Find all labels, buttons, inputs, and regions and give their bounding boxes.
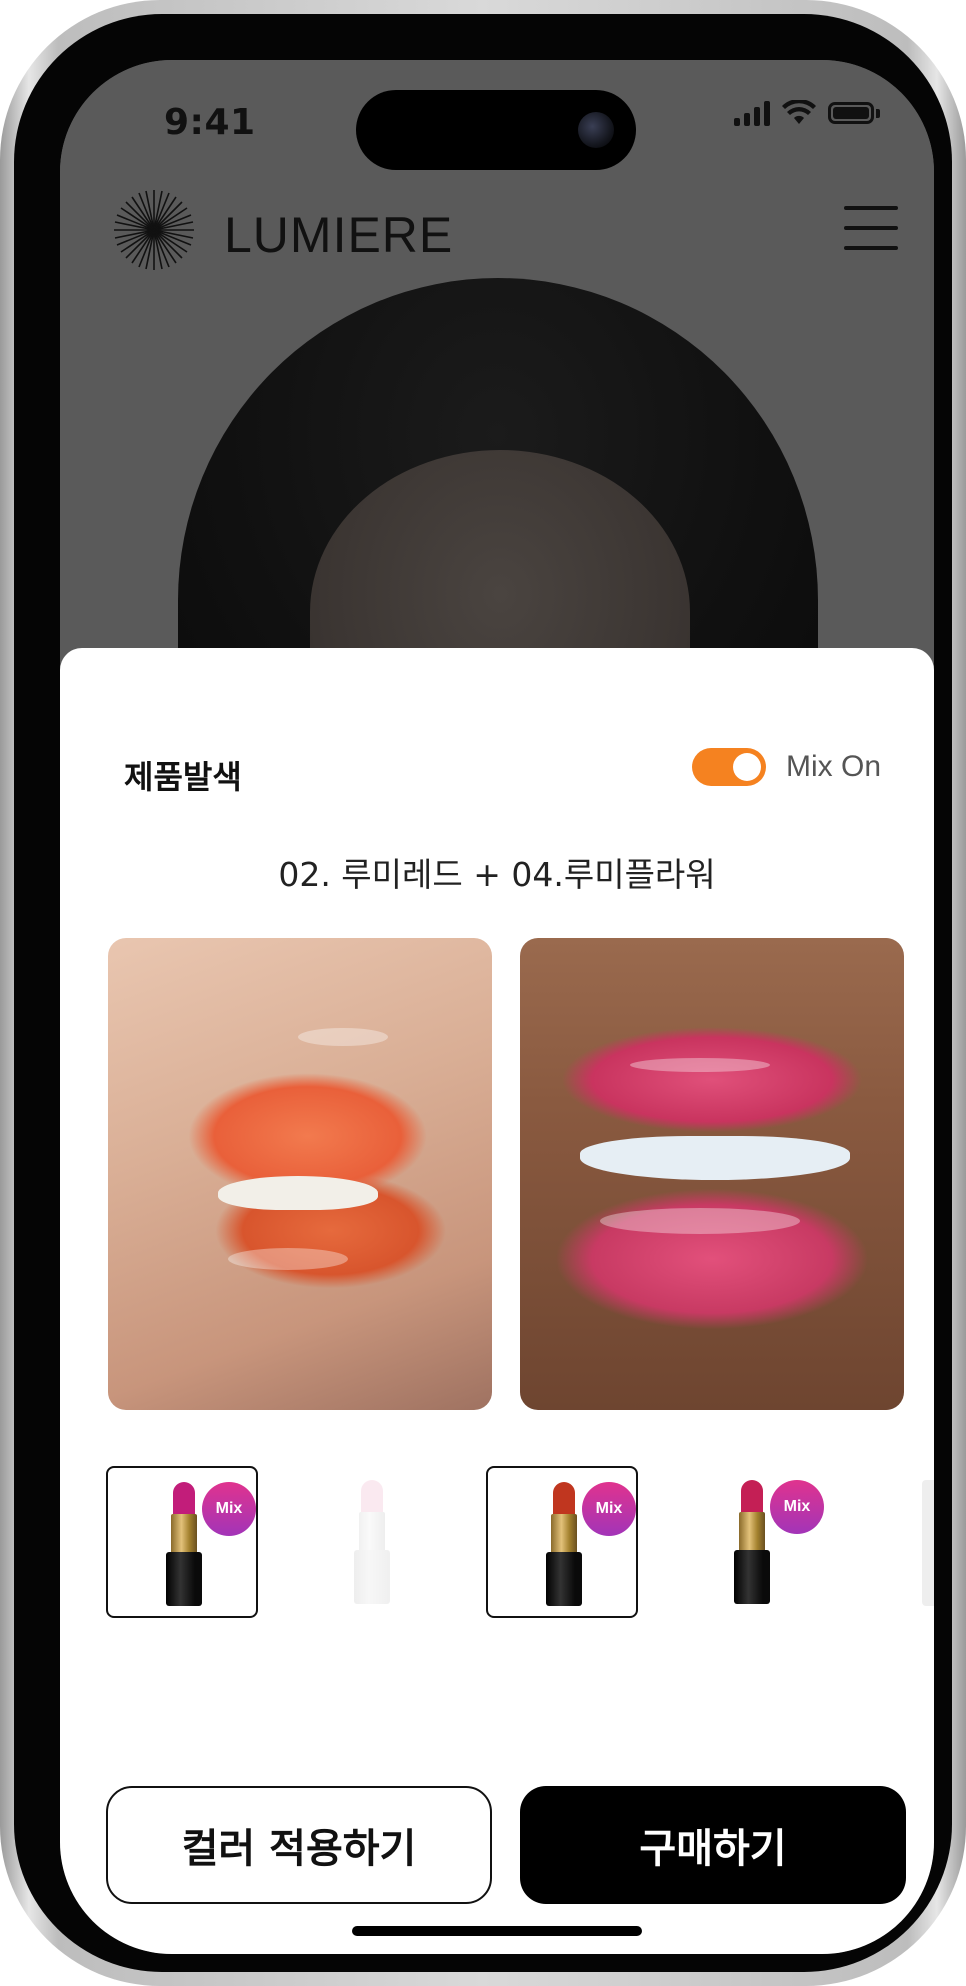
screen: 9:41 LUMIERE 제품발색 Mix On 02. 루미레드 + 04.루… — [60, 60, 934, 1954]
gloss-highlight — [600, 1208, 800, 1234]
brand-name: LUMIERE — [224, 207, 454, 263]
lipstick-icon — [546, 1482, 582, 1608]
apply-color-button[interactable]: 컬러 적용하기 — [106, 1786, 492, 1904]
mix-badge: Mix — [582, 1482, 636, 1536]
lipstick-product-4[interactable]: Mix — [676, 1466, 828, 1618]
sheet-title: 제품발색 — [124, 758, 242, 796]
cellular-signal-icon — [734, 100, 770, 126]
starburst-logo-icon — [114, 190, 194, 270]
teeth — [218, 1176, 378, 1210]
phone-frame: 9:41 LUMIERE 제품발색 Mix On 02. 루미레드 + 04.루… — [0, 0, 966, 1986]
status-time: 9:41 — [164, 102, 256, 143]
dynamic-island — [356, 90, 636, 170]
lipstick-product-2[interactable] — [296, 1466, 448, 1618]
battery-icon — [828, 102, 874, 124]
orange-lip-swatch — [108, 938, 492, 1410]
color-combination-title: 02. 루미레드 + 04.루미플라워 — [278, 855, 716, 894]
home-indicator — [352, 1926, 642, 1936]
wifi-icon — [782, 100, 816, 124]
lipstick-product-partial[interactable] — [922, 1480, 934, 1606]
lipstick-icon — [354, 1480, 390, 1606]
front-camera-icon — [578, 112, 614, 148]
gloss-highlight — [298, 1028, 388, 1046]
phone-bezel: 9:41 LUMIERE 제품발색 Mix On 02. 루미레드 + 04.루… — [14, 14, 952, 1972]
lipstick-icon — [166, 1482, 202, 1608]
mix-toggle[interactable] — [692, 748, 766, 786]
product-color-sheet: 제품발색 Mix On 02. 루미레드 + 04.루미플라워 Mix Mix Mi… — [60, 648, 934, 1954]
gloss-highlight — [630, 1058, 770, 1072]
battery-tip — [876, 108, 880, 118]
buy-button[interactable]: 구매하기 — [520, 1786, 906, 1904]
pink-lip-swatch — [520, 938, 904, 1410]
hamburger-menu-icon[interactable] — [844, 206, 898, 252]
gloss-highlight — [228, 1248, 348, 1270]
product-strip: Mix Mix Mix — [60, 1466, 934, 1626]
lipstick-product-1[interactable]: Mix — [106, 1466, 258, 1618]
mix-badge: Mix — [202, 1482, 256, 1536]
toggle-knob — [733, 753, 761, 781]
lipstick-icon — [734, 1480, 770, 1606]
mix-badge: Mix — [770, 1480, 824, 1534]
lipstick-product-3[interactable]: Mix — [486, 1466, 638, 1618]
status-icons — [734, 100, 880, 126]
teeth — [580, 1136, 850, 1180]
mix-toggle-label: Mix On — [786, 750, 882, 783]
